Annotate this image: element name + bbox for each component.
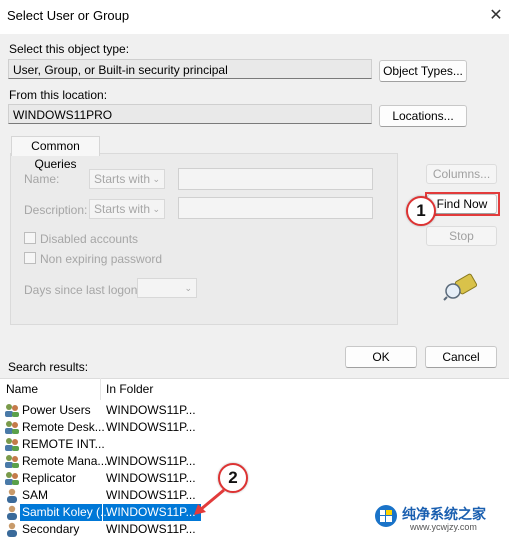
user-icon (7, 522, 17, 537)
chevron-down-icon: ⌄ (152, 174, 160, 184)
watermark-url: www.ycwjzy.com (410, 522, 477, 532)
object-type-label: Select this object type: (9, 42, 130, 56)
name-mode-value: Starts with (94, 172, 151, 186)
column-divider[interactable] (100, 378, 101, 400)
non-expiring-checkbox[interactable] (24, 252, 36, 264)
days-since-select[interactable]: ⌄ (137, 278, 197, 298)
name-mode-select[interactable]: Starts with ⌄ (89, 169, 165, 189)
chevron-down-icon: ⌄ (152, 204, 160, 214)
group-icon (5, 438, 19, 451)
step-1-callout: 1 (406, 196, 436, 226)
group-icon (5, 404, 19, 417)
row-name: REMOTE INT... (22, 437, 105, 451)
row-name: Replicator (22, 471, 77, 485)
row-folder: WINDOWS11P... (106, 403, 196, 417)
search-animation-icon (443, 273, 478, 301)
location-field: WINDOWS11PRO (8, 104, 372, 124)
group-icon (5, 421, 19, 434)
column-header-folder[interactable]: In Folder (106, 382, 153, 396)
row-folder: WINDOWS11P... (106, 420, 196, 434)
row-folder: WINDOWS11P... (106, 488, 196, 502)
watermark: 纯净系统之家 www.ycwjzy.com (370, 498, 509, 538)
row-name: Secondary (22, 522, 80, 536)
object-type-field: User, Group, or Built-in security princi… (8, 59, 372, 79)
row-name: Power Users (22, 403, 91, 417)
name-label: Name: (24, 172, 60, 186)
days-since-label: Days since last logon: (24, 283, 141, 297)
windows-logo-icon (375, 505, 397, 527)
search-results-label: Search results: (8, 360, 89, 374)
tab-common-queries[interactable]: Common Queries (11, 136, 100, 171)
row-name: Remote Mana... (22, 454, 108, 468)
table-row[interactable]: Replicator WINDOWS11P... (0, 470, 509, 487)
column-header-name[interactable]: Name (6, 382, 38, 396)
table-row[interactable]: Remote Desk... WINDOWS11P... (0, 419, 509, 436)
ok-button[interactable]: OK (345, 346, 417, 368)
watermark-text: 纯净系统之家 (402, 506, 486, 522)
cancel-button[interactable]: Cancel (425, 346, 497, 368)
disabled-accounts-label: Disabled accounts (40, 232, 139, 246)
columns-button[interactable]: Columns... (426, 164, 497, 184)
table-row[interactable]: Power Users WINDOWS11P... (0, 402, 509, 419)
chevron-down-icon: ⌄ (184, 283, 192, 293)
group-icon (5, 455, 19, 468)
table-row[interactable]: Remote Mana... WINDOWS11P... (0, 453, 509, 470)
row-name: Remote Desk... (22, 420, 105, 434)
description-input[interactable] (178, 197, 373, 219)
row-folder: WINDOWS11P... (106, 471, 196, 485)
row-folder: WINDOWS11P... (106, 454, 196, 468)
location-label: From this location: (9, 88, 108, 102)
row-name: SAM (22, 488, 49, 502)
description-mode-value: Starts with (94, 202, 151, 216)
description-label: Description: (24, 203, 88, 217)
description-mode-select[interactable]: Starts with ⌄ (89, 199, 165, 219)
table-row[interactable]: REMOTE INT... (0, 436, 509, 453)
locations-button[interactable]: Locations... (379, 105, 467, 127)
user-icon (7, 505, 17, 520)
object-types-button[interactable]: Object Types... (379, 60, 467, 82)
name-input[interactable] (178, 168, 373, 190)
group-icon (5, 472, 19, 485)
row-name: Sambit Koley (... (22, 505, 111, 519)
non-expiring-label: Non expiring password (40, 252, 163, 266)
user-icon (7, 488, 17, 503)
close-icon[interactable]: ✕ (486, 6, 506, 26)
window-title: Select User or Group (7, 8, 130, 23)
arrow-icon (194, 488, 225, 515)
stop-button[interactable]: Stop (426, 226, 497, 246)
row-folder: WINDOWS11P... (106, 505, 196, 519)
disabled-accounts-checkbox[interactable] (24, 232, 36, 244)
row-folder: WINDOWS11P... (106, 522, 196, 536)
find-now-highlight (425, 192, 500, 216)
